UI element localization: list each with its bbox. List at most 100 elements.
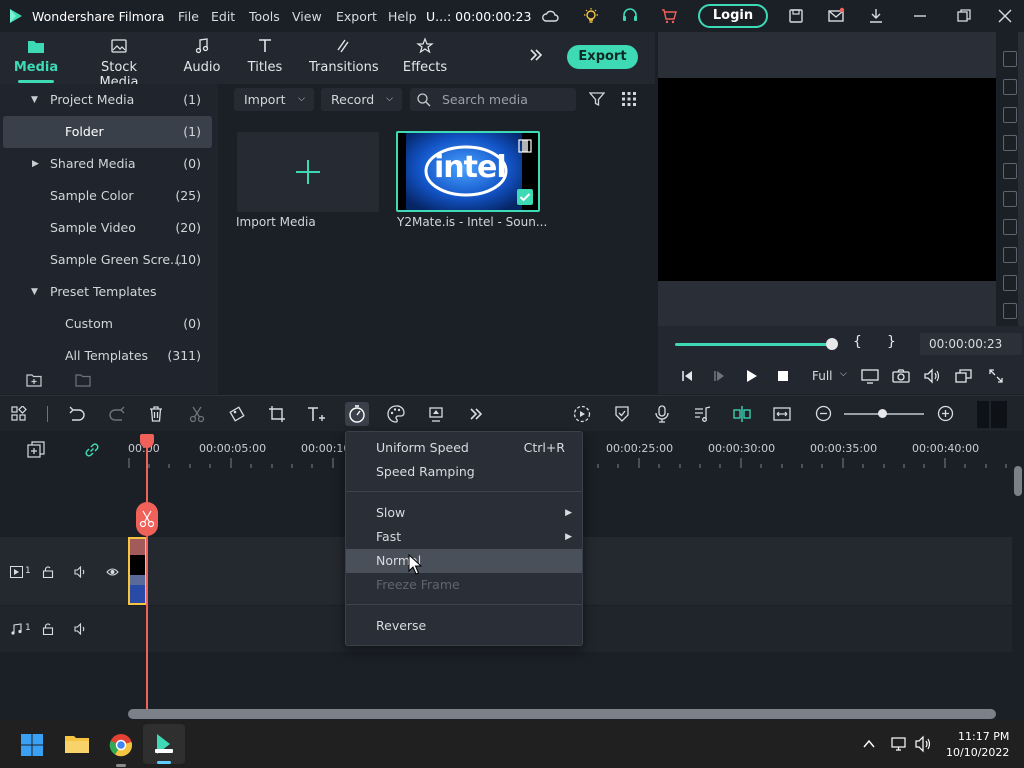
- folder-icon[interactable]: [75, 373, 91, 387]
- tab-effects[interactable]: Effects: [401, 32, 449, 84]
- stabilize-icon[interactable]: [427, 405, 445, 423]
- sidebar-item-shared-media[interactable]: ▶ Shared Media (0): [0, 148, 218, 180]
- menu-item-uniform-speed[interactable]: Uniform Speed Ctrl+R: [346, 436, 582, 460]
- sidebar-item-sample-video[interactable]: Sample Video (20): [0, 212, 218, 244]
- snapshot-camera-icon[interactable]: [892, 368, 910, 384]
- clock-time[interactable]: 11:17 PM: [958, 730, 1009, 743]
- menu-item-normal[interactable]: Normal: [346, 549, 582, 573]
- network-icon[interactable]: [890, 735, 908, 753]
- cloud-icon[interactable]: [541, 7, 559, 25]
- text-add-icon[interactable]: [306, 405, 328, 423]
- playhead-line[interactable]: [146, 440, 148, 712]
- record-dropdown[interactable]: Record ⌵: [321, 88, 402, 111]
- split-button[interactable]: [136, 502, 158, 536]
- mark-in-button[interactable]: {: [853, 334, 862, 350]
- strip-slot[interactable]: [1003, 191, 1017, 207]
- sidebar-item-all-templates[interactable]: All Templates (311): [0, 340, 218, 372]
- add-track-icon[interactable]: [27, 441, 45, 459]
- more-tools-icon[interactable]: [468, 406, 484, 422]
- timeline-horizontal-scrollbar[interactable]: [128, 709, 996, 719]
- sidebar-item-preset-templates[interactable]: ▼ Preset Templates: [0, 276, 218, 308]
- sidebar-item-sample-color[interactable]: Sample Color (25): [0, 180, 218, 212]
- menu-item-slow[interactable]: Slow ▶: [346, 501, 582, 525]
- menu-export[interactable]: Export: [336, 9, 377, 24]
- snap-icon[interactable]: [732, 405, 752, 423]
- marker-shield-icon[interactable]: [614, 405, 630, 423]
- strip-slot[interactable]: [1003, 107, 1017, 123]
- chrome-icon[interactable]: [109, 733, 133, 757]
- sidebar-item-folder[interactable]: Folder (1): [3, 116, 212, 148]
- strip-scrollbar[interactable]: [1018, 32, 1024, 326]
- import-media-tile[interactable]: [237, 132, 379, 212]
- speaker-icon[interactable]: [74, 566, 87, 578]
- display-icon[interactable]: [861, 368, 879, 384]
- menu-view[interactable]: View: [292, 9, 322, 24]
- timeline-vertical-scrollbar[interactable]: [1014, 466, 1022, 496]
- delete-icon[interactable]: [148, 405, 164, 423]
- playhead-handle[interactable]: [140, 434, 154, 448]
- link-icon[interactable]: [83, 441, 101, 459]
- eye-icon[interactable]: [106, 566, 119, 578]
- headset-support-icon[interactable]: [621, 7, 639, 25]
- lock-icon[interactable]: [42, 566, 54, 578]
- tab-titles[interactable]: Titles: [243, 32, 287, 84]
- clock-date[interactable]: 10/10/2022: [946, 746, 1009, 759]
- playback-progress-bar[interactable]: [675, 343, 833, 346]
- next-frame-icon[interactable]: [712, 369, 726, 383]
- timeline-zoom-handle[interactable]: [878, 409, 887, 418]
- close-icon[interactable]: [996, 7, 1014, 25]
- strip-slot[interactable]: [1003, 163, 1017, 179]
- menu-help[interactable]: Help: [388, 9, 417, 24]
- more-tabs-icon[interactable]: [528, 47, 544, 63]
- timeline-thumb-box[interactable]: [977, 401, 1007, 428]
- volume-icon[interactable]: [914, 735, 932, 753]
- play-icon[interactable]: [744, 369, 758, 383]
- cart-icon[interactable]: [660, 7, 678, 25]
- export-button[interactable]: Export: [567, 45, 638, 69]
- zoom-out-icon[interactable]: [815, 405, 832, 422]
- menu-file[interactable]: File: [178, 9, 199, 24]
- menu-tools[interactable]: Tools: [249, 9, 280, 24]
- new-folder-icon[interactable]: [26, 373, 42, 387]
- import-dropdown[interactable]: Import ⌵: [234, 88, 314, 111]
- sidebar-item-sample-green-screen[interactable]: Sample Green Scre... (10): [0, 244, 218, 276]
- menu-item-fast[interactable]: Fast ▶: [346, 525, 582, 549]
- strip-slot[interactable]: [1003, 303, 1017, 319]
- quality-dropdown[interactable]: Full ⌵: [812, 366, 852, 386]
- tab-stock-media[interactable]: Stock Media: [82, 32, 156, 90]
- cut-scissors-icon[interactable]: [188, 405, 206, 423]
- save-icon[interactable]: [787, 7, 805, 25]
- undo-icon[interactable]: [68, 406, 86, 422]
- menu-item-reverse[interactable]: Reverse: [346, 614, 582, 638]
- sidebar-item-project-media[interactable]: ▼ Project Media (1): [0, 84, 218, 116]
- strip-slot[interactable]: [1003, 51, 1017, 67]
- fullscreen-icon[interactable]: [988, 368, 1004, 384]
- speaker-icon[interactable]: [74, 623, 87, 635]
- strip-slot[interactable]: [1003, 247, 1017, 263]
- playback-scrubber-handle[interactable]: [826, 338, 838, 350]
- windows-start-icon[interactable]: [20, 733, 44, 757]
- timeline-video-clip[interactable]: [128, 537, 147, 605]
- idea-bulb-icon[interactable]: [582, 7, 600, 25]
- filter-icon[interactable]: [589, 91, 605, 107]
- tab-media[interactable]: Media: [10, 32, 62, 84]
- render-preview-icon[interactable]: [573, 405, 591, 423]
- previous-frame-icon[interactable]: [680, 369, 694, 383]
- volume-icon[interactable]: [923, 368, 941, 384]
- tab-audio[interactable]: Audio: [180, 32, 224, 84]
- strip-slot[interactable]: [1003, 79, 1017, 95]
- redo-icon[interactable]: [108, 406, 126, 422]
- mark-out-button[interactable]: }: [887, 334, 896, 350]
- tab-transitions[interactable]: Transitions: [309, 32, 379, 84]
- strip-slot[interactable]: [1003, 275, 1017, 291]
- pip-icon[interactable]: [955, 368, 973, 384]
- minimize-icon[interactable]: [911, 7, 929, 25]
- fit-timeline-icon[interactable]: [773, 405, 791, 423]
- lock-icon[interactable]: [42, 623, 54, 635]
- crop-icon[interactable]: [268, 405, 286, 423]
- login-button[interactable]: Login: [698, 4, 768, 28]
- strip-slot[interactable]: [1003, 135, 1017, 151]
- strip-slot[interactable]: [1003, 219, 1017, 235]
- download-icon[interactable]: [867, 7, 885, 25]
- tag-icon[interactable]: [228, 405, 246, 423]
